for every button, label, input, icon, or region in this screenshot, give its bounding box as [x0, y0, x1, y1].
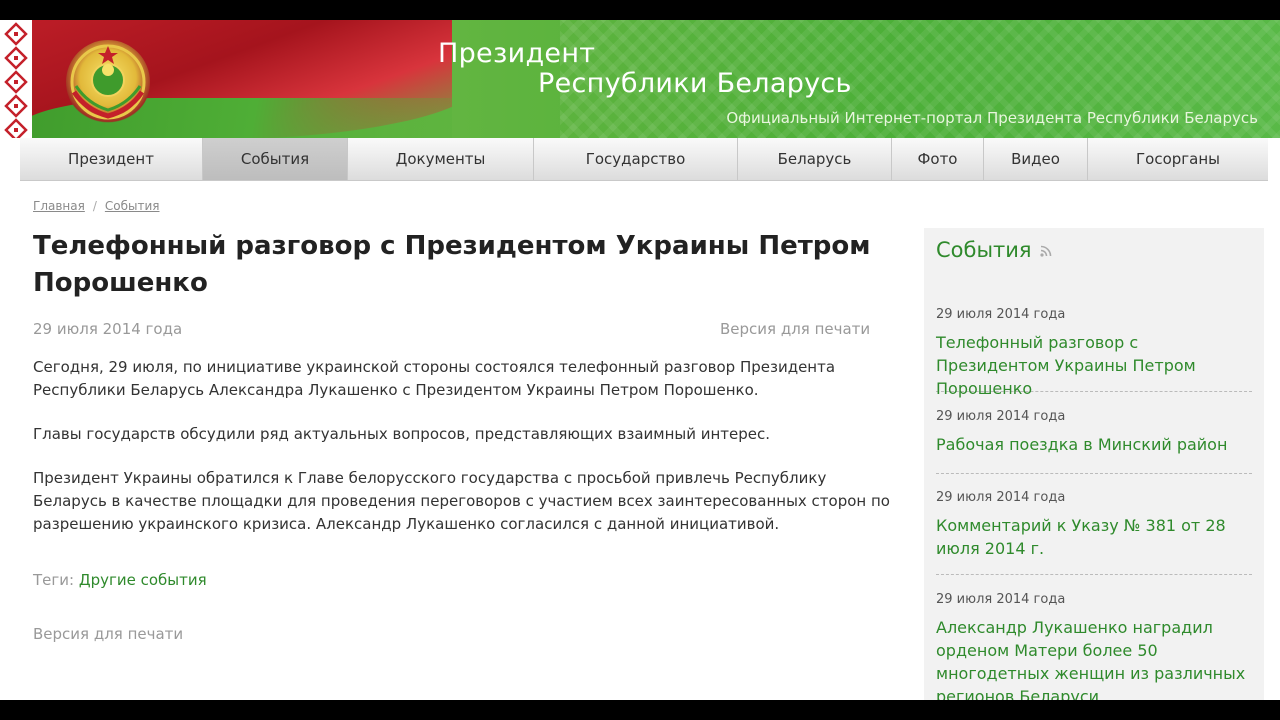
article-title: Телефонный разговор с Президентом Украин…: [33, 231, 871, 298]
site-header: Президент Республики Беларусь Официальны…: [0, 20, 1280, 138]
sidebar-news-item: 29 июля 2014 года Александр Лукашенко на…: [936, 592, 1252, 700]
news-link[interactable]: Комментарий к Указу № 381 от 28 июля 201…: [936, 514, 1252, 560]
news-date: 29 июля 2014 года: [936, 307, 1066, 322]
sidebar-news-item: 29 июля 2014 года Телефонный разговор с …: [936, 307, 1252, 398]
nav-item-belarus[interactable]: Беларусь: [738, 138, 892, 180]
article-paragraph: Сегодня, 29 июля, по инициативе украинск…: [33, 358, 836, 399]
breadcrumb-separator: /: [92, 199, 97, 213]
nav-item-events[interactable]: События: [203, 138, 348, 180]
print-version-link-bottom[interactable]: Версия для печати: [33, 625, 183, 643]
news-date: 29 июля 2014 года: [936, 409, 1066, 424]
page: Президент Республики Беларусь Официальны…: [0, 20, 1280, 700]
tags-label: Теги:: [33, 571, 75, 589]
article-date: 29 июля 2014 года: [33, 320, 183, 338]
news-date: 29 июля 2014 года: [936, 592, 1066, 607]
events-sidebar: События 29 июля 2014 года Телефонный раз…: [924, 228, 1264, 700]
sidebar-news-item: 29 июля 2014 года Комментарий к Указу № …: [936, 490, 1252, 575]
article-paragraph: Главы государств обсудили ряд актуальных…: [33, 425, 771, 443]
site-title-line2[interactable]: Республики Беларусь: [538, 68, 852, 99]
breadcrumb-events-link[interactable]: События: [105, 199, 160, 213]
article-body: Сегодня, 29 июля, по инициативе украинск…: [33, 356, 893, 557]
news-date: 29 июля 2014 года: [936, 490, 1066, 505]
nav-item-photo[interactable]: Фото: [892, 138, 984, 180]
main-navigation: Президент События Документы Государство …: [20, 138, 1268, 181]
tag-link-other-events[interactable]: Другие события: [79, 571, 207, 589]
breadcrumb-home-link[interactable]: Главная: [33, 199, 85, 213]
site-title-line1[interactable]: Президент: [438, 38, 595, 69]
nav-item-president[interactable]: Президент: [20, 138, 203, 180]
nav-item-documents[interactable]: Документы: [348, 138, 534, 180]
sidebar-header: События: [936, 238, 1052, 262]
article-paragraph: Президент Украины обратился к Главе бело…: [33, 469, 890, 533]
site-subtitle: Официальный Интернет-портал Президента Р…: [726, 109, 1258, 127]
news-link[interactable]: Телефонный разговор с Президентом Украин…: [936, 331, 1252, 400]
news-link[interactable]: Рабочая поездка в Минский район: [936, 433, 1252, 456]
rss-icon[interactable]: [1039, 238, 1052, 262]
sidebar-news-item: 29 июля 2014 года Рабочая поездка в Минс…: [936, 409, 1252, 474]
print-version-link-top[interactable]: Версия для печати: [720, 320, 870, 338]
sidebar-title[interactable]: События: [936, 238, 1032, 262]
nav-item-gov-bodies[interactable]: Госорганы: [1088, 138, 1268, 180]
nav-item-video[interactable]: Видео: [984, 138, 1088, 180]
national-ornament: [0, 20, 32, 138]
breadcrumb: Главная / События: [33, 199, 160, 213]
nav-item-state[interactable]: Государство: [534, 138, 738, 180]
state-emblem[interactable]: [66, 40, 150, 124]
news-link[interactable]: Александр Лукашенко наградил орденом Мат…: [936, 616, 1252, 700]
article-tags: Теги: Другие события: [33, 571, 207, 589]
